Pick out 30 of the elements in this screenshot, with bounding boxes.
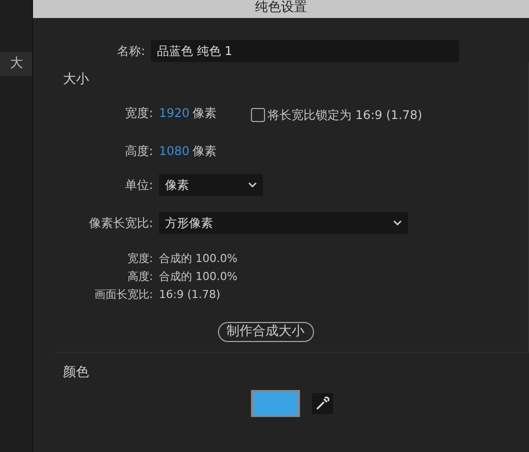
field-label: 宽度: (124, 104, 154, 122)
info-label: 画面长宽比: (93, 286, 154, 302)
unit-label: 像素 (192, 104, 217, 122)
info-value: 16:9 (1.78) (159, 286, 220, 302)
make-comp-size-button[interactable]: 制作合成大小 (218, 322, 314, 342)
checkbox-label: 将长宽比锁定为 16:9 (1.78) (268, 106, 422, 124)
info-label: 高度: (126, 268, 154, 284)
info-label: 宽度: (126, 250, 154, 266)
chevron-icon (393, 220, 402, 226)
pixel-aspect-dropdown[interactable]: 方形像素 (159, 212, 408, 234)
panel-tab[interactable]: 大 (0, 52, 32, 76)
info-value: 合成的 100.0% (159, 250, 238, 266)
unit-label: 像素 (192, 142, 217, 160)
chevron-icon (248, 182, 257, 188)
dimension-value[interactable]: 1920 (159, 104, 190, 122)
field-label: 名称: (116, 43, 146, 60)
section-heading: 颜色 (63, 364, 90, 382)
info-value: 合成的 100.0% (159, 268, 238, 284)
checkbox[interactable] (250, 108, 265, 122)
color-swatch[interactable] (251, 390, 300, 417)
eyedropper-icon (315, 396, 330, 411)
section-heading: 大小 (63, 71, 90, 89)
units-dropdown[interactable]: 像素 (159, 174, 263, 196)
field-label: 高度: (124, 142, 154, 160)
window-title: 纯色设置 (255, 0, 307, 16)
eyedropper-button[interactable] (312, 393, 333, 414)
field-label: 像素长宽比: (88, 214, 154, 232)
dimension-value[interactable]: 1080 (159, 142, 190, 160)
field-label: 单位: (124, 176, 154, 194)
name-field[interactable]: 品蓝色 纯色 1 (151, 40, 459, 62)
